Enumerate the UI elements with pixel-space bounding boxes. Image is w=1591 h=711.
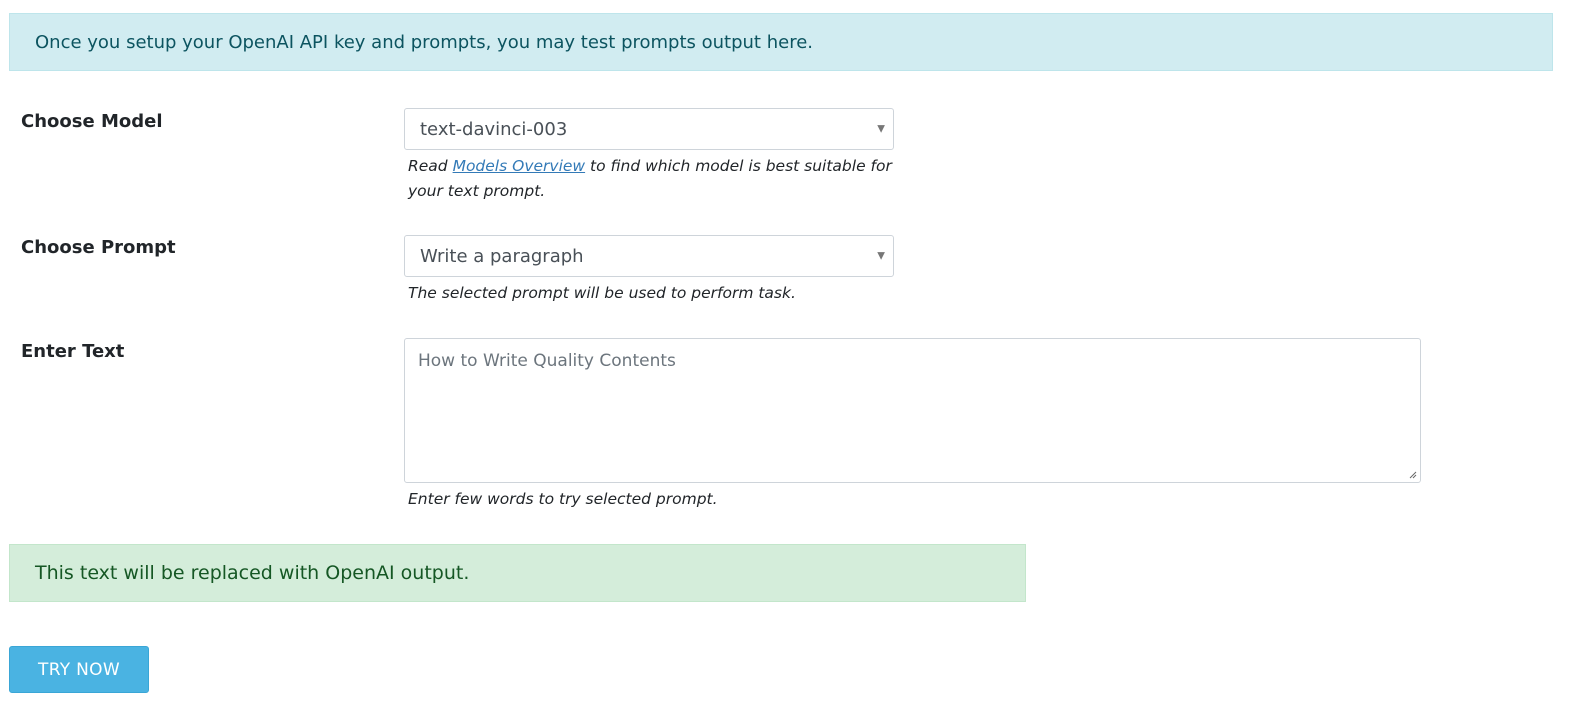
try-now-button[interactable]: TRY NOW <box>9 646 149 693</box>
choose-model-label: Choose Model <box>21 111 163 132</box>
text-input-placeholder: How to Write Quality Contents <box>418 351 676 371</box>
info-banner: Once you setup your OpenAI API key and p… <box>9 13 1553 71</box>
prompt-select-value: Write a paragraph <box>420 245 584 267</box>
chevron-down-icon: ▼ <box>877 123 885 135</box>
enter-text-label: Enter Text <box>21 341 125 362</box>
output-text: This text will be replaced with OpenAI o… <box>35 562 470 584</box>
info-banner-text: Once you setup your OpenAI API key and p… <box>35 31 813 53</box>
model-select-value: text-davinci-003 <box>420 118 568 140</box>
chevron-down-icon: ▼ <box>877 250 885 262</box>
model-help-prefix: Read <box>408 157 453 175</box>
text-input[interactable]: How to Write Quality Contents <box>404 338 1421 483</box>
model-help-text: Read Models Overview to find which model… <box>408 154 898 204</box>
model-select[interactable]: text-davinci-003 ▼ <box>404 108 894 150</box>
prompt-help-text: The selected prompt will be used to perf… <box>408 284 796 302</box>
text-help-text: Enter few words to try selected prompt. <box>408 490 718 508</box>
choose-prompt-label: Choose Prompt <box>21 237 176 258</box>
resize-grip-icon[interactable] <box>1408 470 1417 479</box>
models-overview-link[interactable]: Models Overview <box>453 157 586 175</box>
prompt-select[interactable]: Write a paragraph ▼ <box>404 235 894 277</box>
output-box: This text will be replaced with OpenAI o… <box>9 544 1026 602</box>
